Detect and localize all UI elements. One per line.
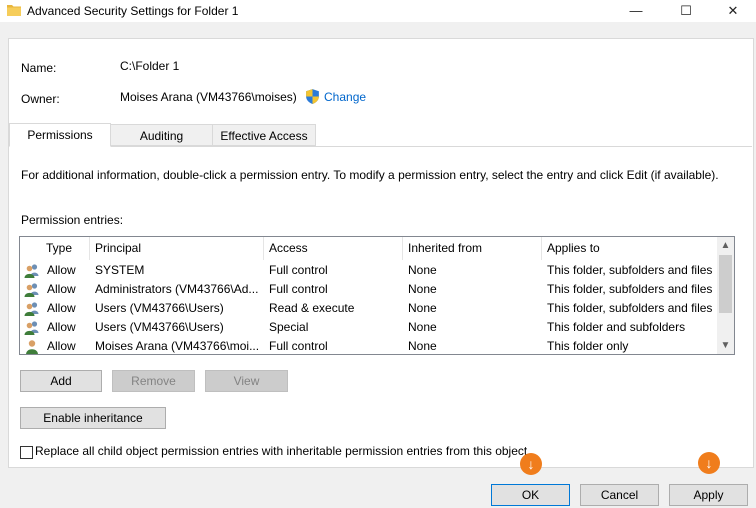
cell-type: Allow bbox=[47, 339, 76, 353]
column-header-type[interactable]: Type bbox=[41, 237, 90, 260]
group-users-icon bbox=[24, 263, 40, 279]
enable-inheritance-button[interactable]: Enable inheritance bbox=[20, 407, 166, 429]
cell-principal: Users (VM43766\Users) bbox=[95, 301, 224, 315]
cell-inherited-from: None bbox=[408, 263, 437, 277]
folder-icon bbox=[7, 5, 21, 16]
add-button[interactable]: Add bbox=[20, 370, 102, 392]
cell-inherited-from: None bbox=[408, 339, 437, 353]
cell-principal: SYSTEM bbox=[95, 263, 145, 277]
arrow-down-badge-icon: ↓ bbox=[698, 452, 720, 474]
cell-type: Allow bbox=[47, 263, 76, 277]
cell-inherited-from: None bbox=[408, 282, 437, 296]
cancel-button[interactable]: Cancel bbox=[580, 484, 659, 506]
cell-applies-to: This folder, subfolders and files bbox=[547, 263, 713, 277]
cell-inherited-from: None bbox=[408, 320, 437, 334]
column-header-principal[interactable]: Principal bbox=[89, 237, 263, 260]
list-scrollbar[interactable]: ▲ ▼ bbox=[717, 237, 734, 354]
cell-access: Full control bbox=[269, 263, 328, 277]
replace-child-permissions-checkbox[interactable] bbox=[20, 446, 33, 459]
single-user-icon bbox=[24, 339, 40, 354]
column-header-applies-to[interactable]: Applies to bbox=[541, 237, 717, 260]
cell-applies-to: This folder, subfolders and files bbox=[547, 282, 713, 296]
group-users-icon bbox=[24, 301, 40, 317]
cell-access: Full control bbox=[269, 282, 328, 296]
tab-permissions[interactable]: Permissions bbox=[9, 123, 111, 147]
scroll-thumb[interactable] bbox=[719, 255, 732, 313]
cell-access: Read & execute bbox=[269, 301, 355, 315]
group-users-icon bbox=[24, 320, 40, 336]
close-button[interactable]: ✕ bbox=[710, 0, 756, 22]
tab-divider bbox=[9, 146, 752, 147]
column-header-inherited-from[interactable]: Inherited from bbox=[402, 237, 541, 260]
column-header-access[interactable]: Access bbox=[263, 237, 402, 260]
table-row[interactable]: Allow SYSTEM Full control None This folder, … bbox=[20, 261, 717, 280]
cell-access: Special bbox=[269, 320, 309, 334]
maximize-button[interactable]: ☐ bbox=[663, 0, 709, 22]
replace-child-permissions-label[interactable]: Replace all child object permission entr… bbox=[35, 444, 527, 458]
apply-button[interactable]: Apply bbox=[669, 484, 748, 506]
table-row[interactable]: Allow Moises Arana (VM43766\moi... Full co… bbox=[20, 337, 717, 354]
remove-button[interactable]: Remove bbox=[112, 370, 195, 392]
minimize-button[interactable]: — bbox=[613, 0, 659, 22]
scroll-down-icon[interactable]: ▼ bbox=[717, 337, 734, 354]
cell-type: Allow bbox=[47, 301, 76, 315]
owner-label: Owner: bbox=[21, 92, 60, 106]
name-value: C:\Folder 1 bbox=[120, 59, 180, 73]
tab-auditing[interactable]: Auditing bbox=[110, 124, 213, 146]
permission-entries-list[interactable]: Type Principal Access Inherited from App… bbox=[19, 236, 735, 355]
title-bar: Advanced Security Settings for Folder 1 … bbox=[0, 0, 756, 22]
permission-entries-label: Permission entries: bbox=[21, 213, 124, 227]
info-text: For additional information, double-click… bbox=[21, 168, 719, 182]
group-users-icon bbox=[24, 282, 40, 298]
uac-shield-icon bbox=[306, 89, 319, 104]
ok-button[interactable]: OK bbox=[491, 484, 570, 506]
cell-principal: Administrators (VM43766\Ad... bbox=[95, 282, 259, 296]
list-header: Type Principal Access Inherited from App… bbox=[20, 237, 717, 260]
owner-value: Moises Arana (VM43766\moises) bbox=[120, 90, 297, 104]
arrow-down-badge-icon: ↓ bbox=[520, 453, 542, 475]
cell-type: Allow bbox=[47, 282, 76, 296]
cell-inherited-from: None bbox=[408, 301, 437, 315]
scroll-up-icon[interactable]: ▲ bbox=[717, 237, 734, 254]
table-row[interactable]: Allow Administrators (VM43766\Ad... Full c… bbox=[20, 280, 717, 299]
view-button[interactable]: View bbox=[205, 370, 288, 392]
cell-principal: Users (VM43766\Users) bbox=[95, 320, 224, 334]
cell-principal: Moises Arana (VM43766\moi... bbox=[95, 339, 260, 353]
window-title: Advanced Security Settings for Folder 1 bbox=[27, 4, 239, 18]
cell-applies-to: This folder, subfolders and files bbox=[547, 301, 713, 315]
table-row[interactable]: Allow Users (VM43766\Users) Read & execute… bbox=[20, 299, 717, 318]
change-owner-link[interactable]: Change bbox=[324, 90, 366, 104]
cell-applies-to: This folder and subfolders bbox=[547, 320, 686, 334]
cell-type: Allow bbox=[47, 320, 76, 334]
name-label: Name: bbox=[21, 61, 57, 75]
cell-applies-to: This folder only bbox=[547, 339, 629, 353]
table-row[interactable]: Allow Users (VM43766\Users) Special None Thi… bbox=[20, 318, 717, 337]
cell-access: Full control bbox=[269, 339, 328, 353]
tab-effective-access[interactable]: Effective Access bbox=[212, 124, 316, 146]
